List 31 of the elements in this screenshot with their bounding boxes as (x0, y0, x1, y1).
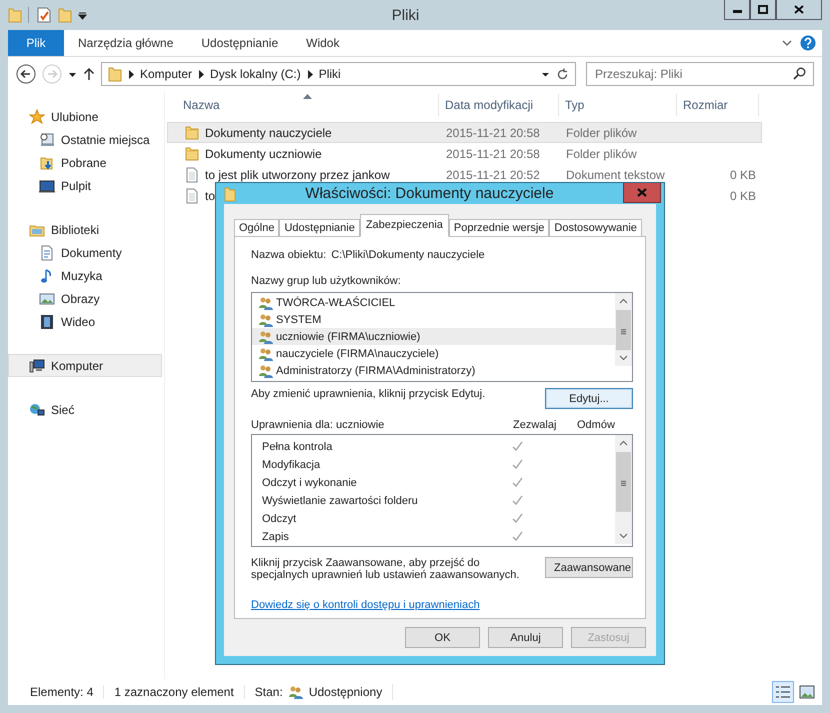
file-type: Folder plików (565, 126, 638, 140)
modified-date: 2015-11-21 20:58 (445, 146, 541, 160)
permission-name: Zapis (262, 531, 290, 543)
advanced-hint: Kliknij przycisk Zaawansowane, aby przejść do specjalnych uprawnień lub ustawień zaawansowanych. (251, 557, 520, 581)
file-name: Dokumenty uczniowie (168, 146, 440, 162)
state-label: Stan: (254, 685, 283, 699)
selection-count: 1 zaznaczony element (104, 685, 245, 699)
object-name-label: Nazwa obiektu: (251, 249, 326, 261)
permissions-label: Uprawnienia dla: uczniowie (251, 419, 386, 431)
dialog-title: Właściwości: Dokumenty nauczyciele (304, 185, 555, 202)
permission-name: Wyświetlanie zawartości folderu (262, 495, 419, 507)
permission-name: Modyfikacja (262, 459, 322, 471)
object-path: C:\Pliki\Dokumenty nauczyciele (331, 249, 485, 261)
permission-name: Odczyt (262, 513, 298, 525)
permission-name: Odczyt i wykonanie (262, 477, 358, 489)
modified-date: 2015-11-21 20:52 (445, 168, 541, 182)
modified-date: 2015-11-21 20:58 (445, 126, 541, 140)
users-label: Nazwy grup lub użytkowników: (251, 275, 402, 287)
file-size: 0 KB (728, 168, 757, 182)
item-count: Elementy: 4 (22, 685, 104, 699)
allow-column-header: Zezwalaj (513, 419, 558, 431)
file-name: Dokumenty nauczyciele (168, 124, 440, 140)
file-size: 0 KB (728, 188, 757, 202)
share-state: Udostępniony (308, 685, 382, 699)
file-name: to jest plik utworzony przez jankow (168, 166, 440, 182)
file-type: Folder plików (565, 146, 638, 160)
file-type: Dokument tekstow (565, 168, 666, 182)
deny-column-header: Odmów (577, 419, 616, 431)
edit-hint: Aby zmienić uprawnienia, kliknij przycisk Edytuj. (251, 388, 486, 400)
permission-name: Pełna kontrola (262, 441, 334, 453)
window-title: Pliki (390, 6, 420, 24)
